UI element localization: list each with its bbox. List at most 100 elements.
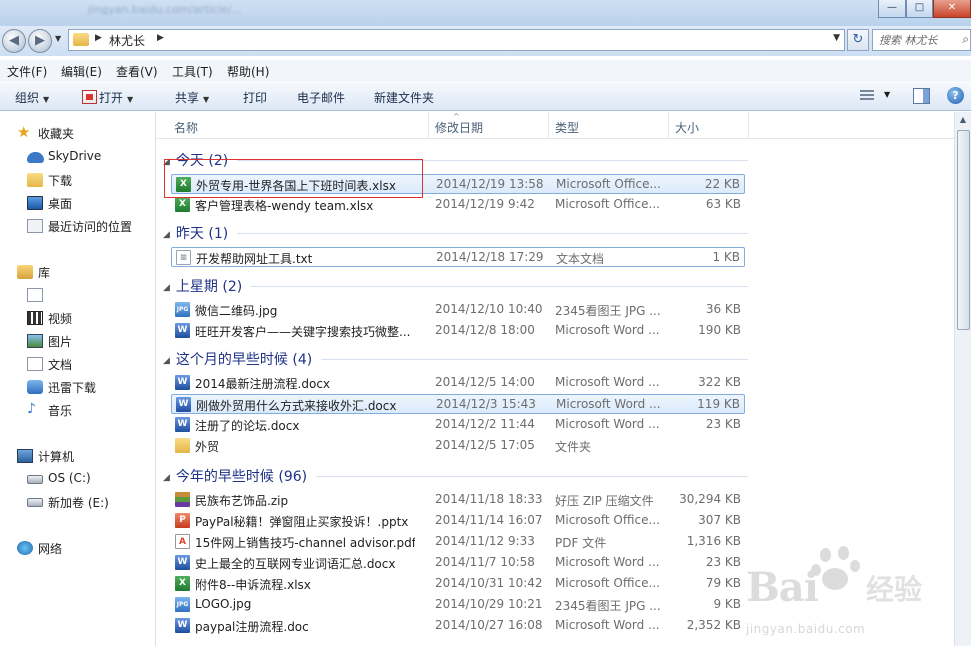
file-type: Microsoft Word ... (555, 375, 660, 389)
file-row[interactable]: W 刚做外贸用什么方式来接收外汇.docx 2014/12/3 15:43 Micro… (171, 394, 745, 414)
column-divider[interactable] (748, 112, 749, 139)
file-type: Microsoft Word ... (555, 555, 660, 569)
refresh-button[interactable]: ↻ (847, 29, 869, 51)
group-header[interactable]: ◢ 这个月的早些时候 (4) (163, 349, 748, 369)
email-button[interactable]: 电子邮件 (297, 89, 345, 106)
file-date: 2014/11/7 10:58 (435, 555, 535, 569)
vertical-scrollbar[interactable]: ▲ (954, 112, 971, 646)
file-row[interactable]: 外贸 2014/12/5 17:05 文件夹 (171, 436, 745, 456)
column-header-size[interactable]: 大小 (675, 119, 699, 136)
search-input[interactable] (877, 31, 963, 49)
column-headers: 名称 ^ 修改日期 类型 大小 (157, 112, 971, 139)
file-size: 322 KB (698, 375, 741, 389)
library-item-icon (27, 288, 43, 302)
search-box[interactable]: ⌕ (872, 29, 971, 51)
caret-down-icon: ▼ (127, 95, 134, 104)
recent-pages-dropdown[interactable]: ▼ (55, 34, 61, 43)
file-size: 79 KB (705, 576, 741, 590)
group-header[interactable]: ◢ 昨天 (1) (163, 223, 748, 243)
view-dropdown[interactable]: ▼ (884, 90, 890, 99)
caret-down-icon: ▼ (43, 95, 50, 104)
group-header[interactable]: ◢ 今年的早些时候 (96) (163, 466, 748, 486)
file-row[interactable]: W 史上最全的互联网专业词语汇总.docx 2014/11/7 10:58 Micro… (171, 553, 745, 573)
file-row[interactable]: 民族布艺饰品.zip 2014/11/18 18:33 好压 ZIP 压缩文件 30,… (171, 490, 745, 510)
menu-edit[interactable]: 编辑(E) (61, 63, 102, 80)
share-button[interactable]: 共享 ▼ (175, 89, 209, 106)
file-row[interactable]: X 客户管理表格-wendy team.xlsx 2014/12/19 9:42 Mi… (171, 195, 745, 215)
file-size: 63 KB (705, 197, 741, 211)
file-row[interactable]: W 注册了的论坛.docx 2014/12/2 11:44 Microsoft Wor… (171, 415, 745, 435)
collapse-triangle-icon[interactable]: ◢ (163, 157, 170, 167)
pptx-icon: P (175, 513, 190, 528)
file-type: Microsoft Word ... (556, 397, 661, 411)
menu-help[interactable]: 帮助(H) (227, 63, 269, 80)
nav-recent-label: 最近访问的位置 (48, 220, 133, 234)
zip-icon (175, 492, 190, 507)
organize-button[interactable]: 组织 ▼ (15, 89, 49, 106)
file-size: 1 KB (712, 250, 740, 264)
new-folder-button[interactable]: 新建文件夹 (374, 89, 434, 106)
menu-tools[interactable]: 工具(T) (172, 63, 213, 80)
file-row[interactable]: A 15件网上销售技巧-channel advisor.pdf 2014/11/12… (171, 532, 745, 552)
address-history-dropdown[interactable]: ▼ (833, 33, 840, 43)
close-button[interactable]: ✕ (933, 0, 971, 18)
collapse-triangle-icon[interactable]: ◢ (163, 473, 170, 483)
film-icon (27, 311, 43, 325)
collapse-triangle-icon[interactable]: ◢ (163, 283, 170, 293)
chevron-right-icon[interactable]: ▶ (95, 33, 102, 43)
column-header-modified[interactable]: 修改日期 (435, 119, 483, 136)
open-button[interactable]: 打开 ▼ (82, 89, 133, 106)
help-button[interactable]: ? (947, 87, 964, 104)
nav-videos-label: 视频 (48, 312, 73, 326)
jpg-icon: JPG (175, 302, 190, 317)
search-icon[interactable]: ⌕ (962, 32, 969, 47)
collapse-triangle-icon[interactable]: ◢ (163, 230, 170, 240)
desktop-icon (27, 196, 43, 210)
view-options-icon[interactable] (860, 90, 874, 102)
file-row[interactable]: Wpaypal注册流程.doc 2014/10/27 16:08 Microsoft… (171, 616, 745, 636)
file-size: 1,316 KB (686, 534, 741, 548)
file-name: 旺旺开发客户——关键字搜索技巧微整... (195, 325, 411, 339)
back-button[interactable]: ◀ (2, 29, 26, 53)
file-date: 2014/12/5 17:05 (435, 438, 535, 452)
file-type: Microsoft Word ... (555, 618, 660, 632)
file-row[interactable]: X 附件8--申诉流程.xlsx 2014/10/31 10:42 Microsoft… (171, 574, 745, 594)
maximize-button[interactable]: □ (906, 0, 933, 18)
file-row[interactable]: X 外贸专用-世界各国上下班时间表.xlsx 2014/12/19 13:58 Mic… (171, 174, 745, 194)
group-label: 今天 (2) (175, 153, 229, 169)
minimize-button[interactable]: — (878, 0, 906, 18)
collapse-triangle-icon[interactable]: ◢ (163, 356, 170, 366)
file-date: 2014/12/8 18:00 (435, 323, 535, 337)
scroll-thumb[interactable] (957, 130, 970, 330)
file-row[interactable]: W 旺旺开发客户——关键字搜索技巧微整... 2014/12/8 18:00 Micr… (171, 321, 745, 341)
nav-favorites-label: 收藏夹 (38, 127, 75, 141)
column-divider[interactable] (428, 112, 429, 139)
cloud-icon (27, 152, 44, 163)
file-row[interactable]: P PayPal秘籍！弹窗阻止买家投诉！.pptx 2014/11/14 16:07… (171, 511, 745, 531)
group-header[interactable]: ◢ 今天 (2) (163, 150, 748, 170)
file-type: Microsoft Word ... (555, 323, 660, 337)
breadcrumb-current[interactable]: 林尤长 (109, 32, 145, 49)
print-button[interactable]: 打印 (243, 89, 267, 106)
library-icon (17, 265, 33, 279)
column-header-name[interactable]: 名称 (174, 119, 198, 136)
column-header-type[interactable]: 类型 (555, 119, 579, 136)
column-divider[interactable] (548, 112, 549, 139)
file-row[interactable]: JPG LOGO.jpg 2014/10/29 10:21 2345看图王 JPG .… (171, 595, 745, 615)
preview-pane-button[interactable] (913, 88, 930, 104)
chevron-right-icon[interactable]: ▶ (157, 33, 164, 43)
file-row[interactable]: ≡ 开发帮助网址工具.txt 2014/12/18 17:29 文本文档 1 KB (171, 247, 745, 267)
file-row[interactable]: JPG 微信二维码.jpg 2014/12/10 10:40 2345看图王 JPG … (171, 300, 745, 320)
file-list-pane: 名称 ^ 修改日期 类型 大小 ◢ 今天 (2) X 外贸专用-世界各国上下班时间表.… (157, 112, 971, 646)
column-divider[interactable] (668, 112, 669, 139)
menu-view[interactable]: 查看(V) (116, 63, 158, 80)
menu-file[interactable]: 文件(F) (7, 63, 47, 80)
file-row[interactable]: W 2014最新注册流程.docx 2014/12/5 14:00 Microsoft… (171, 373, 745, 393)
address-bar[interactable]: ▶ 林尤长 ▶ ▼ (68, 29, 845, 51)
group-header[interactable]: ◢ 上星期 (2) (163, 276, 748, 296)
forward-button[interactable]: ▶ (28, 29, 52, 53)
scroll-up-arrow[interactable]: ▲ (955, 112, 971, 128)
file-date: 2014/12/3 15:43 (436, 397, 536, 411)
file-type: 2345看图王 JPG ... (555, 599, 661, 613)
file-date: 2014/12/19 13:58 (436, 177, 544, 191)
